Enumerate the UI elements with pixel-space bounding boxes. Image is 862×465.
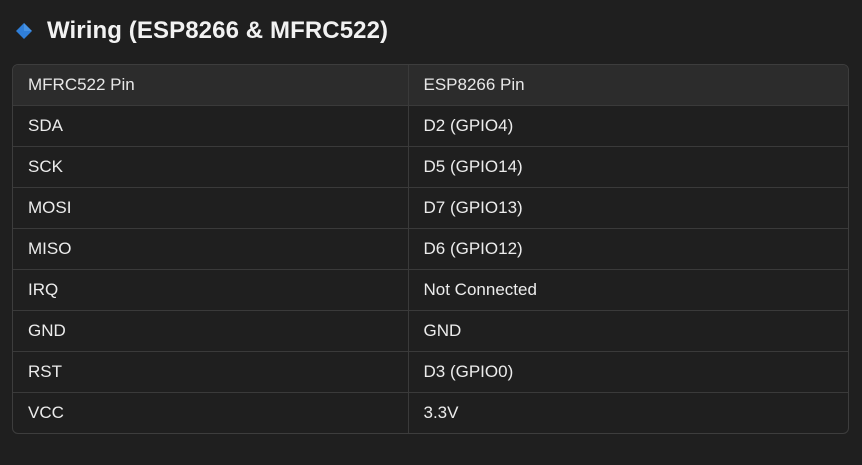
mfrc522-pin-cell: SDA	[13, 104, 408, 146]
mfrc522-pin-cell: MOSI	[13, 186, 408, 228]
table-row: VCC 3.3V	[13, 391, 848, 433]
table-header-row: MFRC522 Pin ESP8266 Pin	[13, 65, 848, 105]
blue-diamond-icon	[13, 20, 35, 42]
esp8266-pin-cell: D6 (GPIO12)	[407, 227, 848, 269]
esp8266-pin-cell: D5 (GPIO14)	[407, 145, 848, 187]
esp8266-pin-cell: D2 (GPIO4)	[407, 104, 848, 146]
table-row: MOSI D7 (GPIO13)	[13, 186, 848, 228]
column-header-mfrc522-pin: MFRC522 Pin	[13, 65, 408, 105]
esp8266-pin-cell: Not Connected	[407, 268, 848, 310]
mfrc522-pin-cell: RST	[13, 350, 408, 392]
page: Wiring (ESP8266 & MFRC522) MFRC522 Pin E…	[0, 0, 862, 465]
section-title: Wiring (ESP8266 & MFRC522)	[47, 17, 389, 44]
mfrc522-pin-cell: MISO	[13, 227, 408, 269]
mfrc522-pin-cell: SCK	[13, 145, 408, 187]
esp8266-pin-cell: GND	[407, 309, 848, 351]
esp8266-pin-cell: D3 (GPIO0)	[407, 350, 848, 392]
table-row: RST D3 (GPIO0)	[13, 350, 848, 392]
table-row: IRQ Not Connected	[13, 268, 848, 310]
table-row: SDA D2 (GPIO4)	[13, 104, 848, 146]
section-heading: Wiring (ESP8266 & MFRC522)	[12, 14, 849, 48]
esp8266-pin-cell: 3.3V	[407, 391, 848, 433]
wiring-table: MFRC522 Pin ESP8266 Pin SDA D2 (GPIO4) S…	[12, 64, 849, 434]
table-row: GND GND	[13, 309, 848, 351]
column-header-esp8266-pin: ESP8266 Pin	[407, 65, 848, 105]
esp8266-pin-cell: D7 (GPIO13)	[407, 186, 848, 228]
mfrc522-pin-cell: VCC	[13, 391, 408, 433]
table-row: MISO D6 (GPIO12)	[13, 227, 848, 269]
mfrc522-pin-cell: IRQ	[13, 268, 408, 310]
mfrc522-pin-cell: GND	[13, 309, 408, 351]
table-row: SCK D5 (GPIO14)	[13, 145, 848, 187]
